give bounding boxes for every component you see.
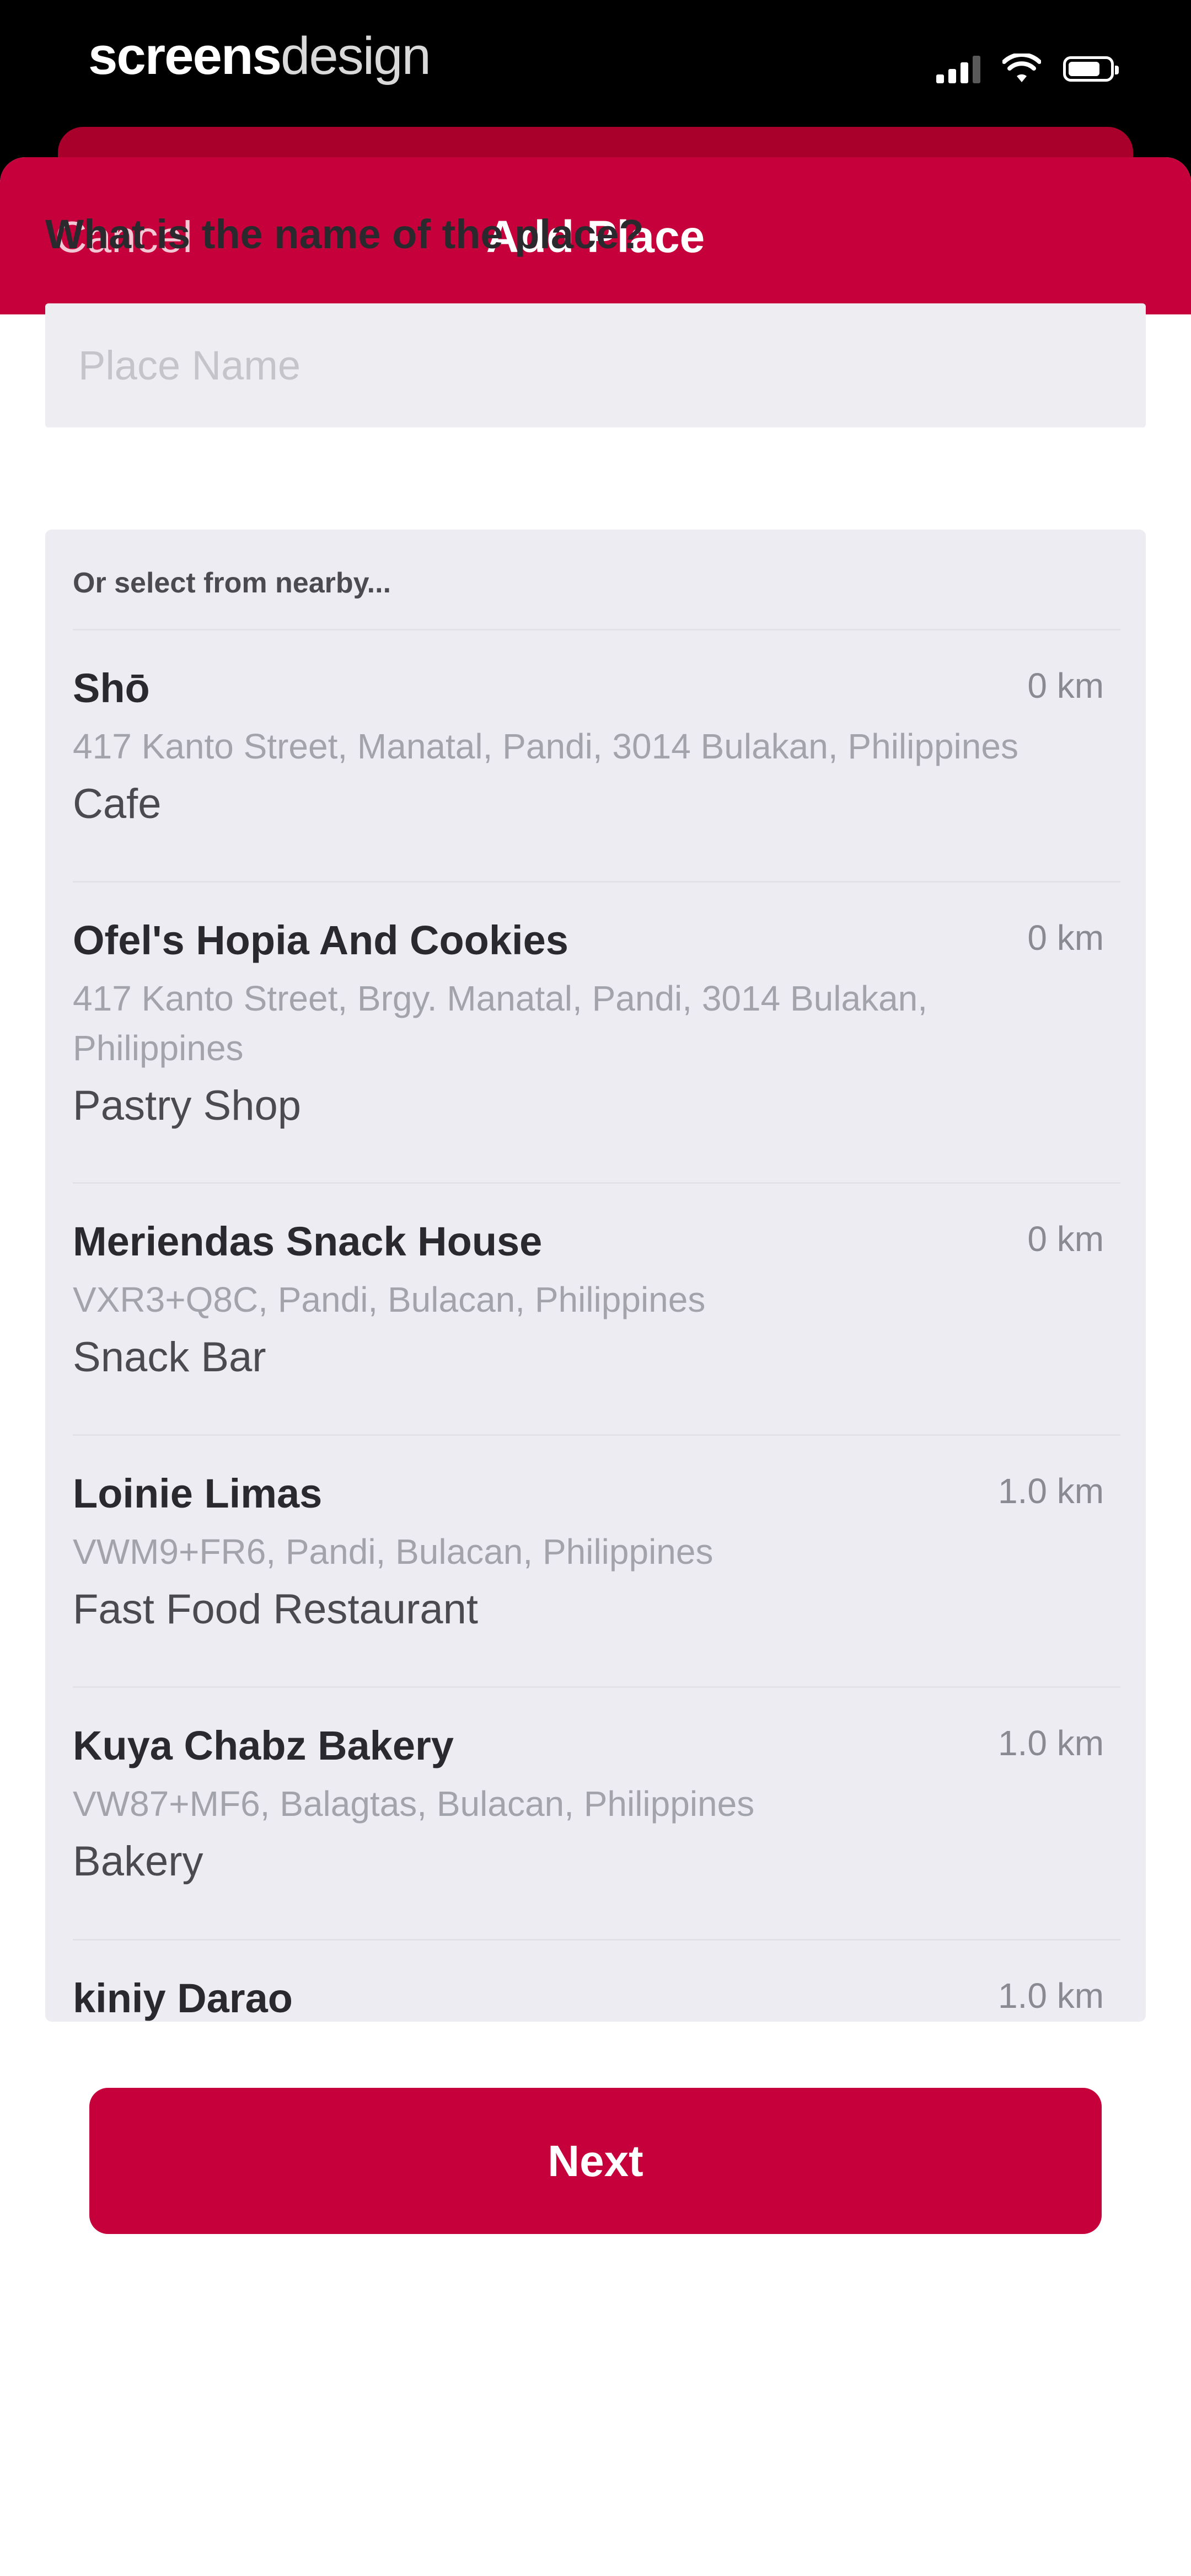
nearby-places-list: Or select from nearby... Shō 0 km 417 Ka… <box>45 530 1146 2022</box>
place-name: kiniy Darao <box>73 1975 293 2021</box>
wifi-icon <box>1002 54 1041 82</box>
nearby-place-item[interactable]: Meriendas Snack House 0 km VXR3+Q8C, Pan… <box>73 1182 1120 1435</box>
place-name: Shō <box>73 665 150 711</box>
battery-icon <box>1063 56 1119 82</box>
nearby-place-item[interactable]: Shō 0 km 417 Kanto Street, Manatal, Pand… <box>73 629 1120 881</box>
status-bar: screensdesign <box>0 0 1191 127</box>
nearby-place-item[interactable]: Loinie Limas 1.0 km VWM9+FR6, Pandi, Bul… <box>73 1434 1120 1687</box>
status-icons <box>936 50 1119 88</box>
place-name: Meriendas Snack House <box>73 1218 543 1264</box>
nearby-heading: Or select from nearby... <box>73 567 391 599</box>
nearby-place-item[interactable]: kiniy Darao 1.0 km <box>73 1939 1120 2022</box>
place-category: Cafe <box>73 781 162 827</box>
place-address: VXR3+Q8C, Pandi, Bulacan, Philippines <box>73 1280 706 1319</box>
next-button[interactable]: Next <box>89 2088 1102 2234</box>
place-category: Bakery <box>73 1838 203 1885</box>
place-address: VWM9+FR6, Pandi, Bulacan, Philippines <box>73 1532 713 1572</box>
nearby-place-item[interactable]: Ofel's Hopia And Cookies 0 km 417 Kanto … <box>73 881 1120 1183</box>
brand-bold-text: screens <box>88 26 282 85</box>
app-screen: screensdesign Cancel Add Place What is t… <box>0 0 1191 2576</box>
place-distance: 1.0 km <box>997 1471 1104 1511</box>
place-address: 417 Kanto Street, Brgy. Manatal, Pandi, … <box>73 979 928 1068</box>
place-name-input[interactable] <box>45 303 1146 427</box>
brand-watermark: screensdesign <box>88 23 431 89</box>
place-distance: 1.0 km <box>997 1976 1104 2016</box>
place-distance: 0 km <box>1027 918 1104 958</box>
place-address: 417 Kanto Street, Manatal, Pandi, 3014 B… <box>73 726 1018 766</box>
place-category: Pastry Shop <box>73 1082 301 1129</box>
place-category: Fast Food Restaurant <box>73 1586 479 1633</box>
place-distance: 0 km <box>1027 1219 1104 1259</box>
place-name: Ofel's Hopia And Cookies <box>73 917 568 963</box>
place-name: Kuya Chabz Bakery <box>73 1723 454 1768</box>
place-name-question: What is the name of the place? <box>45 211 644 257</box>
place-distance: 0 km <box>1027 666 1104 706</box>
place-category: Snack Bar <box>73 1334 266 1381</box>
place-address: VW87+MF6, Balagtas, Bulacan, Philippines <box>73 1784 755 1824</box>
place-name: Loinie Limas <box>73 1471 323 1516</box>
brand-light-text: design <box>280 26 431 85</box>
nearby-place-item[interactable]: Kuya Chabz Bakery 1.0 km VW87+MF6, Balag… <box>73 1686 1120 1939</box>
place-distance: 1.0 km <box>997 1723 1104 1763</box>
cellular-signal-icon <box>936 55 980 83</box>
